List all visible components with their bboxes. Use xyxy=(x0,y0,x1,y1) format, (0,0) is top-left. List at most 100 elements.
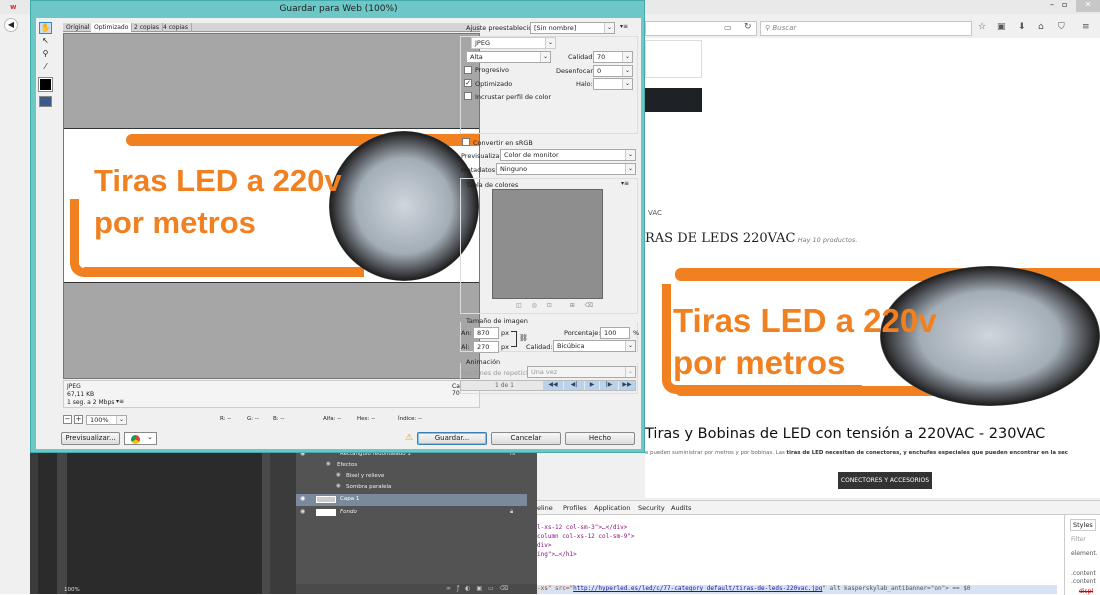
save-button[interactable]: Guardar... xyxy=(417,432,487,445)
chain-icon[interactable]: ⛓ xyxy=(519,334,528,342)
height-input[interactable]: 270 xyxy=(473,341,499,353)
play-button[interactable]: ▶ xyxy=(585,381,599,390)
blur-input[interactable]: 0 ⌄ xyxy=(593,65,633,77)
layer-row[interactable]: ◉ Fondo 🔒︎ xyxy=(296,507,527,519)
devtools-tab[interactable]: Audits xyxy=(671,504,691,512)
filter-input[interactable]: Filter xyxy=(1071,536,1086,543)
preset-select[interactable]: [Sin nombre] ⌄ xyxy=(530,22,615,34)
preset-menu-icon[interactable]: ▾≡ xyxy=(620,23,628,30)
effect-eye-icon[interactable]: ◉ xyxy=(326,461,331,467)
zoom-in-button[interactable]: + xyxy=(74,415,83,424)
constrain-link-icon[interactable] xyxy=(511,331,517,347)
format-select[interactable]: JPEG ⌄ xyxy=(471,37,556,49)
lock-color-icon[interactable]: ⊡ xyxy=(547,302,552,309)
tab-2-up[interactable]: 2 copias xyxy=(131,23,163,32)
embed-profile-checkbox[interactable] xyxy=(464,92,472,100)
maximize-button[interactable]: ▫ xyxy=(1062,0,1067,9)
selected-code-line[interactable]: -xs" src="http://hyperled.es/led/c/77-ca… xyxy=(537,585,1057,594)
url-bar[interactable]: ▭ ↻ xyxy=(645,21,757,36)
styles-tab[interactable]: Styles xyxy=(1070,519,1096,531)
metadata-select[interactable]: Ninguno ⌄ xyxy=(496,163,636,175)
percent-label: Porcentaje: xyxy=(564,329,601,337)
optimized-checkbox[interactable]: ✓ xyxy=(464,79,472,87)
zoom-out-button[interactable]: − xyxy=(63,415,72,424)
window-controls: – ▫ ✕ xyxy=(1046,0,1100,12)
quality-level-select[interactable]: Alta ⌄ xyxy=(466,51,551,63)
chevron-down-icon: ⌄ xyxy=(625,341,635,351)
reader-icon[interactable]: ▭ xyxy=(724,23,732,32)
clipboard-icon[interactable]: ▣ xyxy=(997,22,1006,32)
progressive-checkbox[interactable] xyxy=(464,66,472,74)
devtools-tab[interactable]: Security xyxy=(638,504,665,512)
layers-panel: ◉ Rectángulo redondeado 1 fx ◉ Efectos ◉… xyxy=(296,450,537,594)
map-transparent-icon[interactable]: ◫ xyxy=(516,302,522,309)
star-icon[interactable]: ☆ xyxy=(978,22,986,32)
width-label: An: xyxy=(461,329,472,337)
srgb-checkbox[interactable] xyxy=(462,138,470,146)
halo-select[interactable]: ⌄ xyxy=(593,78,633,90)
code-line[interactable]: div> xyxy=(537,542,551,549)
preview-color-select[interactable]: Color de monitor ⌄ xyxy=(500,149,636,161)
zoom-tool-icon[interactable]: ⚲ xyxy=(39,49,52,61)
devtools-tab[interactable]: Profiles xyxy=(563,504,587,512)
effect-eye-icon[interactable]: ◉ xyxy=(336,483,341,489)
code-line[interactable]: l-xs-12 col-sm-3">…</div> xyxy=(537,524,627,531)
readout-alpha: Alfa: -- xyxy=(323,416,342,422)
height-value: 270 xyxy=(477,343,490,351)
effect-row[interactable]: ◉ Bisel y relieve xyxy=(296,472,527,482)
done-button[interactable]: Hecho xyxy=(565,432,635,445)
first-frame-button[interactable]: ◀◀ xyxy=(543,381,563,390)
cancel-button[interactable]: Cancelar xyxy=(491,432,561,445)
download-icon[interactable]: ⬇ xyxy=(1018,22,1026,32)
search-box[interactable]: ⚲ Buscar xyxy=(760,21,972,36)
layer-row-selected[interactable]: ◉ Capa 1 xyxy=(296,494,527,506)
ps-scrollbar[interactable] xyxy=(262,450,270,594)
devtools-tab[interactable]: Application xyxy=(594,504,630,512)
info-menu-icon[interactable]: ▾≡ xyxy=(116,398,124,405)
effects-row[interactable]: ◉ Efectos xyxy=(296,461,527,471)
resample-select[interactable]: Bicúbica ⌄ xyxy=(553,340,636,352)
devtools-tab[interactable]: eline xyxy=(537,504,553,512)
web-snap-icon[interactable]: ◎ xyxy=(532,302,537,309)
browser-preview-select[interactable]: ⌄ xyxy=(124,432,157,445)
prev-frame-button[interactable]: ◀| xyxy=(564,381,584,390)
menu-icon[interactable]: ≡ xyxy=(1082,22,1090,32)
next-frame-button[interactable]: |▶ xyxy=(600,381,618,390)
last-frame-button[interactable]: ▶▶ xyxy=(619,381,635,390)
accessories-button[interactable]: CONECTORES Y ACCESORIOS xyxy=(838,472,932,489)
slice-select-tool-icon[interactable]: ↖ xyxy=(39,36,52,48)
eyedropper-color-swatch[interactable] xyxy=(38,77,53,92)
pocket-icon[interactable]: ⛉ xyxy=(1058,22,1065,32)
preview-area[interactable]: Tiras LED a 220v por metros xyxy=(63,33,480,379)
breadcrumb[interactable]: VAC xyxy=(648,209,662,217)
back-button[interactable]: ◀ xyxy=(4,18,18,32)
effect-row[interactable]: ◉ Sombra paralela xyxy=(296,483,527,493)
code-url[interactable]: http://hyperled.es/led/c/77-category_def… xyxy=(573,585,822,592)
percent-input[interactable]: 100 xyxy=(600,327,630,339)
color-table-swatches[interactable] xyxy=(492,189,603,299)
code-line[interactable]: column col-xs-12 col-sm-9"> xyxy=(537,533,635,540)
home-icon[interactable]: ⌂ xyxy=(1038,22,1044,32)
footer-icons[interactable]: ∞ƒ◐▣▭⌫ xyxy=(446,585,514,592)
code-line[interactable]: ing">…</h1> xyxy=(537,551,577,558)
minimize-button[interactable]: – xyxy=(1050,0,1054,9)
quality-input[interactable]: 70 ⌄ xyxy=(593,51,633,63)
view-tabs: Original Optimizado 2 copias 4 copias xyxy=(63,23,480,32)
delete-color-icon[interactable]: ⌫ xyxy=(585,302,593,309)
reload-icon[interactable]: ↻ xyxy=(744,22,752,32)
tab-original[interactable]: Original xyxy=(63,23,94,32)
tab-4-up[interactable]: 4 copias xyxy=(160,23,192,32)
toggle-slices-icon[interactable] xyxy=(39,96,52,107)
tab-optimized[interactable]: Optimizado xyxy=(91,23,133,32)
color-table-menu-icon[interactable]: ▾≡ xyxy=(621,180,629,187)
zoom-select[interactable]: 100% ⌄ xyxy=(86,415,127,425)
effect-eye-icon[interactable]: ◉ xyxy=(336,472,341,478)
width-input[interactable]: 870 xyxy=(473,327,499,339)
close-button[interactable]: ✕ xyxy=(1076,0,1100,12)
new-color-icon[interactable]: ⊞ xyxy=(570,302,575,309)
visibility-eye-icon[interactable]: ◉ xyxy=(300,495,305,502)
eyedropper-tool-icon[interactable]: ⁄ xyxy=(39,62,52,74)
visibility-eye-icon[interactable]: ◉ xyxy=(300,508,305,515)
preview-button[interactable]: Previsualizar... xyxy=(61,432,120,445)
hand-tool-icon[interactable]: ✋ xyxy=(39,22,52,34)
